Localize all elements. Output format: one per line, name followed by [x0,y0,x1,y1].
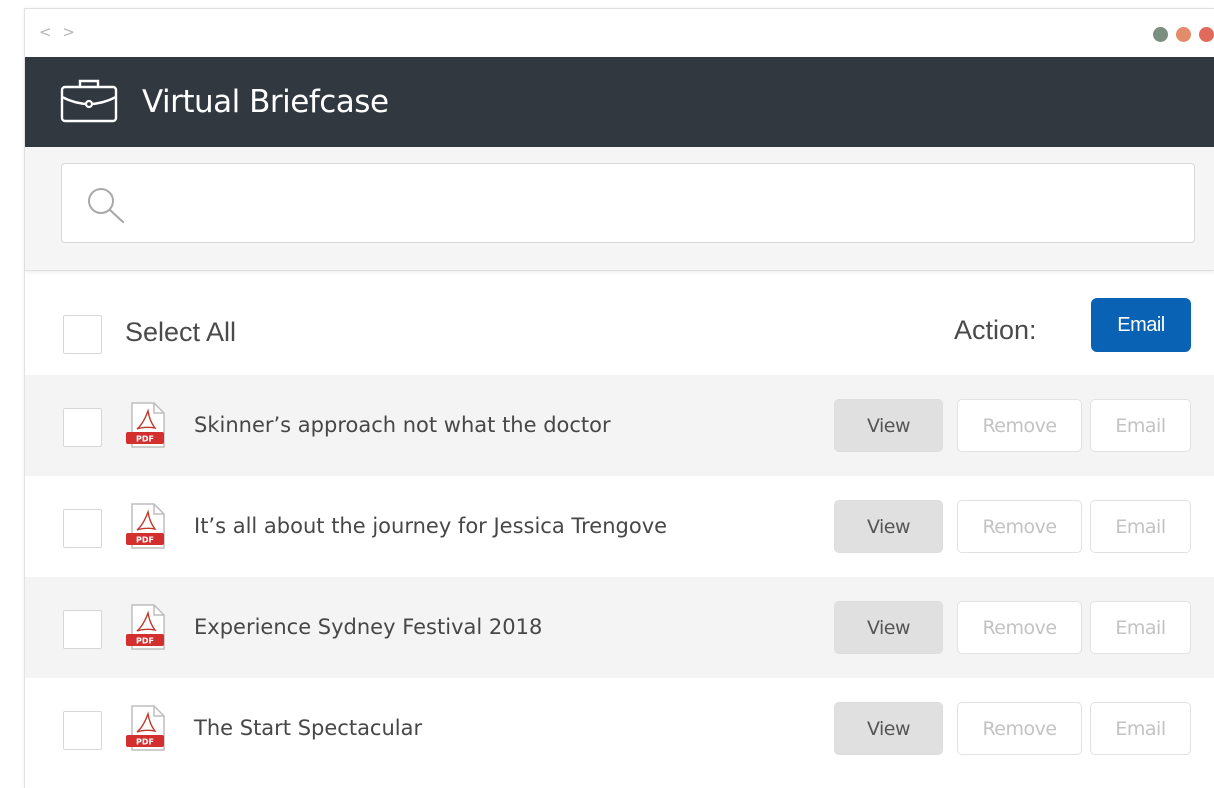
window-dot-red[interactable] [1199,27,1214,42]
remove-button[interactable]: Remove [957,702,1082,755]
document-title[interactable]: Experience Sydney Festival 2018 [194,615,542,639]
briefcase-icon [60,79,118,123]
list-item: PDF The Start Spectacular View Remove Em… [25,678,1214,779]
view-button[interactable]: View [834,500,943,553]
window-controls [1153,27,1214,42]
svg-text:PDF: PDF [136,536,154,545]
email-button[interactable]: Email [1090,601,1191,654]
email-button[interactable]: Email [1090,702,1191,755]
pdf-file-icon: PDF [126,705,165,751]
search-bar [25,147,1214,271]
window-dot-green[interactable] [1153,27,1168,42]
list-item: PDF Skinner’s approach not what the doct… [25,375,1214,476]
row-checkbox[interactable] [63,408,102,447]
row-checkbox[interactable] [63,610,102,649]
svg-text:PDF: PDF [136,637,154,646]
search-input[interactable] [142,182,1172,226]
pdf-file-icon: PDF [126,503,165,549]
document-title[interactable]: The Start Spectacular [194,716,422,740]
view-button[interactable]: View [834,601,943,654]
email-button[interactable]: Email [1090,399,1191,452]
action-label: Action: [954,315,1037,345]
remove-button[interactable]: Remove [957,399,1082,452]
select-all-checkbox[interactable] [63,315,102,354]
app-header: Virtual Briefcase [25,57,1214,147]
email-button[interactable]: Email [1090,500,1191,553]
view-button[interactable]: View [834,702,943,755]
select-all-label: Select All [125,317,237,347]
window-dot-orange[interactable] [1176,27,1191,42]
svg-text:PDF: PDF [136,435,154,444]
document-title[interactable]: It’s all about the journey for Jessica T… [194,514,667,538]
app-title: Virtual Briefcase [142,84,389,120]
list-item: PDF It’s all about the journey for Jessi… [25,476,1214,577]
remove-button[interactable]: Remove [957,601,1082,654]
pdf-file-icon: PDF [126,604,165,650]
row-checkbox[interactable] [63,509,102,548]
pdf-file-icon: PDF [126,402,165,448]
nav-arrows[interactable]: < > [39,23,78,41]
app-window: < > Virtual Briefcase Select All Action: [24,8,1214,788]
document-list: PDF Skinner’s approach not what the doct… [25,375,1214,779]
view-button[interactable]: View [834,399,943,452]
svg-text:PDF: PDF [136,738,154,747]
row-checkbox[interactable] [63,711,102,750]
remove-button[interactable]: Remove [957,500,1082,553]
document-title[interactable]: Skinner’s approach not what the doctor [194,413,611,437]
search-box[interactable] [61,163,1195,243]
search-icon [88,188,125,224]
select-all-row: Select All Action: Email [25,297,1214,371]
window-topbar: < > [25,9,1214,57]
bulk-email-button[interactable]: Email [1091,298,1191,352]
list-item: PDF Experience Sydney Festival 2018 View… [25,577,1214,678]
